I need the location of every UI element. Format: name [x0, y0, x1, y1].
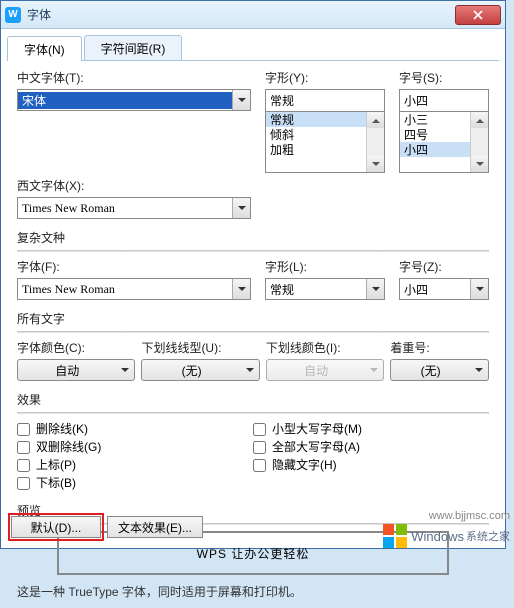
chevron-down-icon[interactable]	[116, 360, 134, 380]
complex-style-combo[interactable]: 常规	[265, 278, 385, 300]
underline-color-value: 自动	[267, 362, 365, 379]
complex-size-value: 小四	[400, 281, 470, 298]
style-input[interactable]: 常规	[265, 89, 385, 111]
list-item[interactable]: 加粗	[266, 142, 366, 157]
tab-font[interactable]: 字体(N)	[7, 36, 82, 61]
windows-logo-icon	[381, 522, 409, 550]
chevron-down-icon[interactable]	[241, 360, 259, 380]
divider	[17, 331, 489, 333]
en-font-label: 西文字体(X):	[17, 177, 251, 195]
cn-font-combo[interactable]: 宋体	[17, 89, 251, 111]
size-value: 小四	[400, 92, 488, 109]
effects-title: 效果	[17, 391, 489, 408]
close-icon	[473, 10, 483, 20]
underline-value: (无)	[142, 362, 240, 379]
style-listbox[interactable]: 常规 倾斜 加粗	[265, 111, 385, 173]
complex-size-label: 字号(Z):	[399, 258, 489, 276]
scroll-up-icon[interactable]	[471, 112, 488, 128]
tab-spacing[interactable]: 字符间距(R)	[84, 35, 183, 60]
font-dialog: W 字体 字体(N) 字符间距(R) 中文字体(T): 宋体 字形(Y): 常规	[0, 0, 506, 549]
tab-strip: 字体(N) 字符间距(R)	[7, 35, 499, 61]
list-item[interactable]: 小三	[400, 112, 470, 127]
underline-color-combo: 自动	[266, 359, 384, 381]
chevron-down-icon[interactable]	[232, 90, 250, 110]
cn-font-label: 中文字体(T):	[17, 69, 251, 87]
style-value: 常规	[266, 92, 384, 109]
font-color-combo[interactable]: 自动	[17, 359, 135, 381]
preview-text: WPS 让办公更轻松	[197, 545, 310, 562]
size-input[interactable]: 小四	[399, 89, 489, 111]
underline-combo[interactable]: (无)	[141, 359, 259, 381]
list-item[interactable]: 小四	[400, 142, 470, 157]
watermark-text1: Windows	[411, 529, 464, 544]
emphasis-value: (无)	[391, 362, 470, 379]
chevron-down-icon[interactable]	[470, 279, 488, 299]
text-effect-button[interactable]: 文本效果(E)...	[107, 516, 203, 538]
all-text-title: 所有文字	[17, 310, 489, 327]
chevron-down-icon	[365, 360, 383, 380]
watermark-brand: Windows 系统之家	[381, 522, 510, 550]
underline-label: 下划线线型(U):	[141, 339, 259, 357]
scroll-down-icon[interactable]	[367, 156, 384, 172]
watermark-text2: 系统之家	[466, 528, 510, 544]
size-listbox[interactable]: 小三 四号 小四	[399, 111, 489, 173]
emphasis-combo[interactable]: (无)	[390, 359, 489, 381]
complex-scripts-title: 复杂文种	[17, 229, 489, 246]
style-label: 字形(Y):	[265, 69, 385, 87]
complex-font-combo[interactable]: Times New Roman	[17, 278, 251, 300]
chevron-down-icon[interactable]	[366, 279, 384, 299]
chevron-down-icon[interactable]	[470, 360, 488, 380]
size-label: 字号(S):	[399, 69, 489, 87]
font-color-value: 自动	[18, 362, 116, 379]
watermark-url: www.bjjmsc.com	[429, 510, 510, 522]
titlebar: W 字体	[1, 1, 505, 29]
underline-color-label: 下划线颜色(I):	[266, 339, 384, 357]
subscript-checkbox[interactable]: 下标(B)	[17, 474, 253, 492]
complex-style-label: 字形(L):	[265, 258, 385, 276]
en-font-value: Times New Roman	[18, 201, 232, 216]
strike-checkbox[interactable]: 删除线(K)	[17, 420, 253, 438]
scroll-up-icon[interactable]	[367, 112, 384, 128]
button-bar: 默认(D)... 文本效果(E)...	[11, 516, 203, 538]
font-color-label: 字体颜色(C):	[17, 339, 135, 357]
emphasis-label: 着重号:	[390, 339, 489, 357]
divider	[17, 412, 489, 414]
complex-font-value: Times New Roman	[18, 282, 232, 297]
window-title: 字体	[27, 6, 455, 23]
cn-font-value: 宋体	[18, 92, 232, 109]
default-button[interactable]: 默认(D)...	[11, 516, 101, 538]
list-item[interactable]: 四号	[400, 127, 470, 142]
hidden-checkbox[interactable]: 隐藏文字(H)	[253, 456, 489, 474]
preview-note: 这是一种 TrueType 字体，同时适用于屏幕和打印机。	[17, 583, 489, 600]
chevron-down-icon[interactable]	[232, 198, 250, 218]
complex-font-label: 字体(F):	[17, 258, 251, 276]
list-item[interactable]: 倾斜	[266, 127, 366, 142]
scroll-down-icon[interactable]	[471, 156, 488, 172]
chevron-down-icon[interactable]	[232, 279, 250, 299]
scrollbar[interactable]	[366, 112, 384, 172]
app-icon: W	[5, 7, 21, 23]
close-button[interactable]	[455, 5, 501, 25]
superscript-checkbox[interactable]: 上标(P)	[17, 456, 253, 474]
double-strike-checkbox[interactable]: 双删除线(G)	[17, 438, 253, 456]
smallcaps-checkbox[interactable]: 小型大写字母(M)	[253, 420, 489, 438]
scrollbar[interactable]	[470, 112, 488, 172]
list-item[interactable]: 常规	[266, 112, 366, 127]
allcaps-checkbox[interactable]: 全部大写字母(A)	[253, 438, 489, 456]
en-font-combo[interactable]: Times New Roman	[17, 197, 251, 219]
complex-style-value: 常规	[266, 281, 366, 298]
divider	[17, 250, 489, 252]
complex-size-combo[interactable]: 小四	[399, 278, 489, 300]
